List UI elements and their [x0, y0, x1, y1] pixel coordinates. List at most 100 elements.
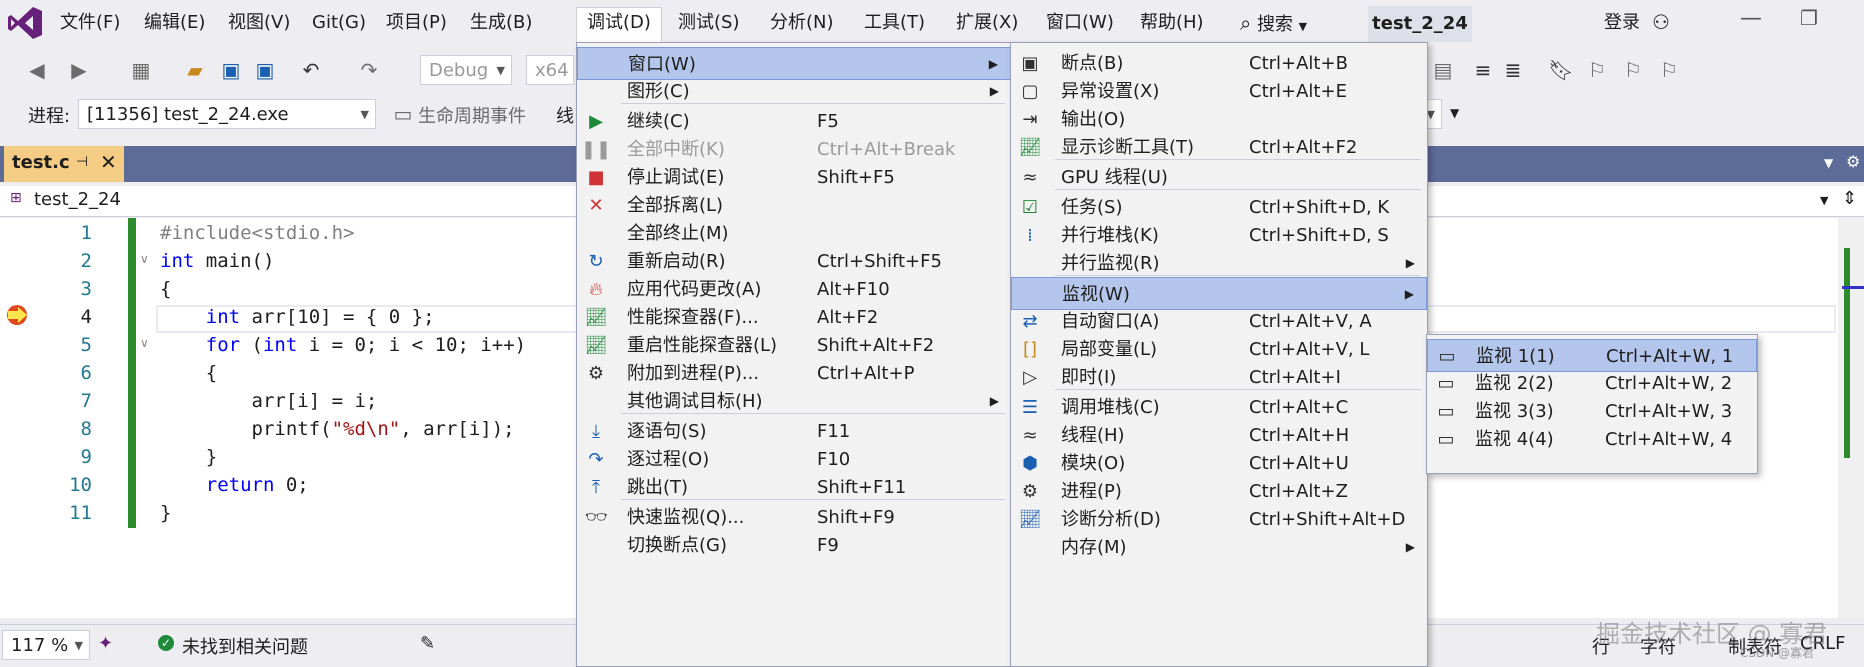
- watch-icon: ▭: [1437, 372, 1455, 394]
- undo-icon[interactable]: ↶: [298, 57, 324, 83]
- new-project-icon[interactable]: ▦: [128, 57, 154, 83]
- prev-bookmark-icon[interactable]: ⚐: [1584, 57, 1610, 83]
- configuration-combo[interactable]: Debug ▼: [420, 55, 512, 85]
- configuration-value: Debug: [429, 60, 489, 81]
- menu-extensions[interactable]: 扩展(X): [946, 8, 1028, 38]
- chevron-down-icon[interactable]: ▼: [1820, 194, 1828, 207]
- code-line: {: [160, 278, 172, 300]
- menu-tools[interactable]: 工具(T): [854, 8, 935, 38]
- save-all-icon[interactable]: ▣: [252, 57, 278, 83]
- menu-edit[interactable]: 编辑(E): [134, 8, 215, 38]
- issues-status[interactable]: 未找到相关问题: [182, 633, 308, 659]
- project-scope[interactable]: test_2_24: [34, 189, 121, 210]
- tab-test-c[interactable]: test.c ⊣ ✕: [4, 146, 124, 182]
- intellicode-icon[interactable]: ✦: [98, 633, 113, 654]
- step-out-icon: ⤒: [592, 476, 600, 498]
- menu-separator: [1055, 189, 1421, 190]
- hot-reload-icon: 🔥︎: [589, 278, 603, 300]
- line-number: 2: [80, 250, 92, 272]
- menu-separator: [1055, 389, 1421, 390]
- line-number: 7: [80, 390, 92, 412]
- watch-menu-item-label: 监视 4(4): [1475, 429, 1554, 450]
- watch-menu-item-shortcut: Ctrl+Alt+W, 4: [1605, 429, 1733, 450]
- split-icon[interactable]: ⇕: [1842, 188, 1857, 209]
- vertical-scrollbar[interactable]: [1838, 218, 1864, 618]
- project-icon: ⊞: [10, 190, 22, 206]
- restore-icon[interactable]: ❐: [1800, 6, 1818, 30]
- close-icon[interactable]: ✕: [100, 150, 117, 174]
- lifecycle-events-button[interactable]: 生命周期事件: [418, 102, 526, 128]
- restart-icon: ↻: [588, 250, 604, 272]
- indent-icon[interactable]: ≡: [1470, 57, 1496, 83]
- forward-icon[interactable]: ▶: [66, 57, 92, 83]
- menu-project[interactable]: 项目(P): [376, 8, 457, 38]
- zoom-combo[interactable]: 117 % ▼: [2, 630, 90, 660]
- callstack-icon: ☰: [1021, 396, 1039, 418]
- menu-build[interactable]: 生成(B): [460, 8, 542, 38]
- window-menu-item[interactable]: 内存(M) ▶: [1011, 531, 1427, 564]
- process-combo[interactable]: [11356] test_2_24.exe ▼: [78, 99, 376, 129]
- login-link[interactable]: 登录: [1604, 8, 1640, 38]
- code-line: return 0;: [160, 474, 309, 496]
- debug-menu-item-shortcut: F9: [817, 535, 839, 556]
- cleanup-icon[interactable]: ✎: [420, 633, 435, 654]
- line-number: 9: [80, 446, 92, 468]
- code-token: int: [262, 334, 298, 356]
- menu-test[interactable]: 测试(S): [668, 8, 749, 38]
- code-token: int: [160, 250, 195, 272]
- watch-icon: ▭: [1437, 400, 1455, 422]
- code-line: arr[i] = i;: [160, 390, 378, 412]
- debug-menu-item[interactable]: 切换断点(G) F9: [577, 529, 1011, 562]
- code-line: printf("%d\n", arr[i]);: [160, 418, 515, 440]
- menu-view[interactable]: 视图(V): [218, 8, 300, 38]
- comment-icon[interactable]: ▤: [1430, 57, 1456, 83]
- solution-title: test_2_24: [1368, 6, 1472, 42]
- line-number: 8: [80, 418, 92, 440]
- line-number: 10: [69, 474, 92, 496]
- window-submenu: ▣ 断点(B) Ctrl+Alt+B ▢ 异常设置(X) Ctrl+Alt+E ⇥ 输出(O)…: [1010, 42, 1428, 667]
- line-number: 1: [80, 222, 92, 244]
- autos-icon: ⇄: [1022, 310, 1038, 332]
- code-line: for (int i = 0; i < 10; i++): [160, 334, 526, 356]
- platform-value: x64: [535, 60, 569, 81]
- back-icon[interactable]: ◀: [24, 57, 50, 83]
- collapse-main-icon[interactable]: ∨: [140, 252, 149, 266]
- watch-menu-item[interactable]: ▭ 监视 4(4) Ctrl+Alt+W, 4: [1427, 423, 1757, 456]
- lifecycle-icon: ▭: [393, 102, 413, 126]
- open-folder-icon[interactable]: ▰: [182, 57, 208, 83]
- code-token: 0;: [274, 474, 309, 496]
- outdent-icon[interactable]: ≣: [1500, 57, 1526, 83]
- clear-bookmarks-icon[interactable]: ⚐: [1656, 57, 1682, 83]
- chevron-down-icon: ▼: [360, 108, 369, 121]
- code-token: "%d\n": [331, 418, 401, 440]
- bookmark-icon[interactable]: 🔖︎: [1548, 57, 1574, 83]
- minimize-icon[interactable]: —: [1740, 6, 1762, 31]
- code-token: printf(: [160, 418, 332, 440]
- visual-studio-logo-icon[interactable]: [6, 5, 44, 41]
- menu-analyze[interactable]: 分析(N): [760, 8, 844, 38]
- account-icon[interactable]: ⚇: [1652, 10, 1670, 34]
- gpu-thread-icon: ≈: [1022, 166, 1038, 188]
- menu-git[interactable]: Git(G): [302, 8, 376, 38]
- next-bookmark-icon[interactable]: ⚐: [1620, 57, 1646, 83]
- locals-icon: []: [1022, 338, 1038, 360]
- platform-combo[interactable]: x64: [526, 55, 574, 85]
- menu-help[interactable]: 帮助(H): [1130, 8, 1214, 38]
- watch-submenu: ▭ 监视 1(1) Ctrl+Alt+W, 1 ▭ 监视 2(2) Ctrl+Alt+W,…: [1426, 334, 1758, 474]
- line-number: 11: [69, 502, 92, 524]
- pin-icon[interactable]: ⊣: [76, 154, 88, 170]
- profiler-icon: 📈︎: [584, 306, 608, 328]
- settings-icon[interactable]: ⚙: [1846, 152, 1860, 171]
- search-box[interactable]: ⌕ 搜索 ▼: [1240, 8, 1307, 38]
- toolbar-overflow-icon[interactable]: ▼: [1450, 106, 1459, 120]
- save-icon[interactable]: ▣: [218, 57, 244, 83]
- code-token: int: [160, 306, 241, 328]
- redo-icon[interactable]: ↷: [356, 57, 382, 83]
- collapse-for-icon[interactable]: ∨: [140, 336, 149, 350]
- menu-file[interactable]: 文件(F): [50, 8, 130, 38]
- code-token: i = 0; i < 10; i++): [297, 334, 527, 356]
- tab-list-icon[interactable]: ▼: [1824, 156, 1833, 170]
- menu-window[interactable]: 窗口(W): [1036, 8, 1124, 38]
- code-line: int main(): [160, 250, 274, 272]
- code-token: return: [160, 474, 275, 496]
